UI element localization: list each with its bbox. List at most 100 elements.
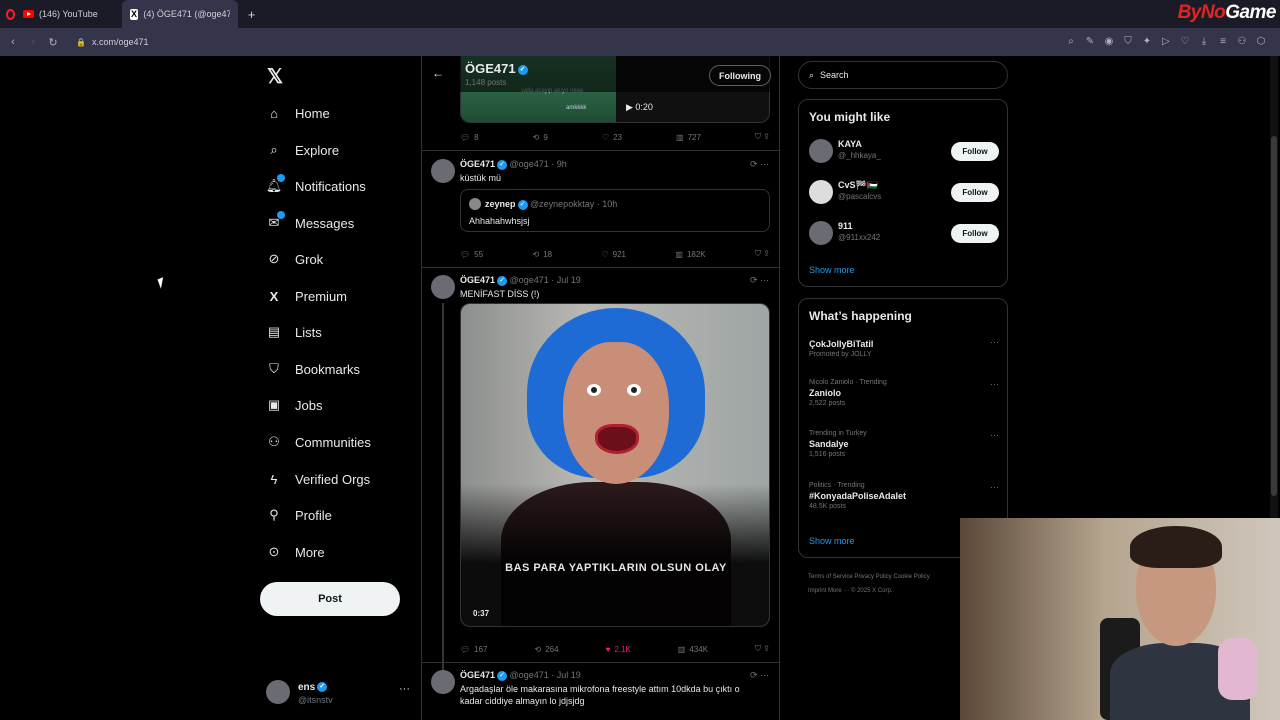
tweet-video[interactable]: BAS PARA YAPTIKLARIN OLSUN OLAY 0:37 <box>460 303 770 627</box>
tweet-author[interactable]: ÖGE471 <box>460 159 495 169</box>
sidebar-item-notifications[interactable]: 🔔︎ Notifications <box>266 174 366 194</box>
zoom-icon[interactable]: ⌕ <box>1066 36 1076 47</box>
bookmark-share[interactable]: ⛉ ⇪ <box>755 644 770 654</box>
video-duration: ▶ 0:20 <box>626 102 653 112</box>
tab-youtube[interactable]: (146) YouTube <box>15 0 106 28</box>
back-icon[interactable]: ‹ <box>6 36 20 48</box>
sidebar-item-lists[interactable]: ▤ Lists <box>266 324 322 340</box>
more-options-icon[interactable]: ··· <box>399 683 410 695</box>
back-arrow-icon[interactable]: ← <box>432 66 444 80</box>
account-icon[interactable]: ⚇ <box>1237 36 1247 47</box>
tweet-author[interactable]: ÖGE471 <box>460 275 495 285</box>
sidebar-item-profile[interactable]: ⚲ Profile <box>266 507 332 523</box>
tweet-handle: @oge471 <box>509 159 549 169</box>
edit-icon[interactable]: ✎ <box>1085 36 1095 47</box>
trend-item[interactable]: ÇokJollyBiTatil Promoted by JOLLY ··· <box>809 337 999 358</box>
sidebar-item-messages[interactable]: ✉ Messages <box>266 211 354 231</box>
tweet-time[interactable]: 9h <box>557 159 567 169</box>
show-more-link[interactable]: Show more <box>809 536 855 546</box>
user-handle: @pascalcvs <box>838 192 882 201</box>
menu-icon[interactable]: ≡ <box>1218 36 1228 47</box>
shield-icon[interactable]: ⛉ <box>1123 36 1133 47</box>
show-more-link[interactable]: Show more <box>809 265 855 275</box>
trend-item[interactable]: Politics · Trending #KonyadaPoliseAdalet… <box>809 482 999 510</box>
opera-logo-icon[interactable] <box>6 8 15 20</box>
verified-icon: ✓ <box>497 670 508 681</box>
list-item[interactable]: CvS🏁🇵🇸 @pascalcvs Follow <box>809 177 999 207</box>
follow-button[interactable]: Follow <box>951 224 999 243</box>
trend-title: Sandalye <box>809 439 849 449</box>
more-options-icon[interactable]: ··· <box>990 482 999 492</box>
tab-x-profile[interactable]: X (4) ÖGE471 (@oge471) / X <box>121 0 238 28</box>
list-item[interactable]: KAYA @_hhkaya_ Follow <box>809 136 999 166</box>
quote-tweet[interactable]: zeynep ✓ @zeynepokktay · 10h Ahhahahwhsjs… <box>460 189 770 232</box>
reply-button[interactable]: 💬︎ 55 <box>460 249 483 259</box>
avatar[interactable] <box>431 670 455 694</box>
like-button[interactable]: ♡ 23 <box>602 132 622 142</box>
like-button[interactable]: ♡ 921 <box>601 249 626 259</box>
address-bar: ‹ › ↻ 🔒 x.com/oge471 ⌕ ✎ ◉ ⛉ ✦ ▷ ♡ ⤓ ≡ ⚇… <box>0 28 1280 56</box>
x-logo-icon[interactable]: 𝕏 <box>267 64 283 89</box>
sidebar-item-home[interactable]: ⌂ Home <box>266 105 330 121</box>
tweet-tools[interactable]: ⟳ ··· <box>750 670 769 681</box>
browser-tabbar: (146) YouTube X (4) ÖGE471 (@oge471) / X… <box>0 0 1280 28</box>
sidebar-item-communities[interactable]: ⚇ Communities <box>266 434 371 450</box>
sidebar-item-verified-orgs[interactable]: ϟ Verified Orgs <box>266 471 371 487</box>
download-icon[interactable]: ⤓ <box>1199 36 1209 47</box>
sidebar-item-grok[interactable]: ⊘ Grok <box>266 251 324 267</box>
play-icon[interactable]: ▷ <box>1161 36 1171 47</box>
tweet-actions: 💬︎ 8 ⟲ 9 ♡ 23 ▥ 727 ⛉ ⇪ <box>460 132 770 142</box>
trend-meta: Trending in Turkey <box>809 430 867 437</box>
lightning-icon: ϟ <box>270 471 278 487</box>
who-to-follow-panel: You might like KAYA @_hhkaya_ Follow CvS… <box>798 99 1008 287</box>
camera-icon[interactable]: ◉ <box>1104 36 1114 47</box>
tweet-time[interactable]: Jul 19 <box>557 670 581 680</box>
forward-icon[interactable]: › <box>26 36 40 48</box>
views-button[interactable]: ▥ 727 <box>676 132 701 142</box>
reload-icon[interactable]: ↻ <box>46 36 60 49</box>
more-options-icon[interactable]: ··· <box>990 379 999 389</box>
panel-title: What’s happening <box>809 309 912 323</box>
views-button[interactable]: ▥ 182K <box>675 249 705 259</box>
tweet-author[interactable]: ÖGE471 <box>460 670 495 680</box>
repost-button[interactable]: ⟲ 264 <box>535 644 559 654</box>
following-button[interactable]: Following <box>709 65 771 86</box>
sidebar-item-more[interactable]: ⊙ More <box>266 544 325 560</box>
avatar[interactable] <box>431 159 455 183</box>
repost-button[interactable]: ⟲ 9 <box>533 132 548 142</box>
follow-button[interactable]: Follow <box>951 142 999 161</box>
follow-button[interactable]: Follow <box>951 183 999 202</box>
user-name: 911 <box>838 221 853 231</box>
sidebar-item-premium[interactable]: X Premium <box>266 288 347 304</box>
trend-item[interactable]: Trending in Turkey Sandalye 1,516 posts … <box>809 430 999 458</box>
sidebar-item-bookmarks[interactable]: ⛉ Bookmarks <box>266 361 360 377</box>
more-options-icon[interactable]: ··· <box>990 337 999 347</box>
like-button[interactable]: ♥ 2.1K <box>606 644 631 654</box>
heart-icon[interactable]: ♡ <box>1180 36 1190 47</box>
avatar[interactable] <box>431 275 455 299</box>
url-field[interactable]: x.com/oge471 <box>92 37 149 47</box>
reply-button[interactable]: 💬︎ 167 <box>460 644 488 654</box>
lock-icon: 🔒 <box>76 37 86 47</box>
account-switcher[interactable]: ens ✓ @itsnstv ··· <box>266 676 416 710</box>
bookmark-share[interactable]: ⛉ ⇪ <box>755 132 770 142</box>
briefcase-icon: ▣ <box>267 397 281 412</box>
tweet-time[interactable]: Jul 19 <box>557 275 581 285</box>
trend-item[interactable]: Nicolo Zaniolo · Trending Zaniolo 2,522 … <box>809 379 999 407</box>
extensions-icon[interactable]: ✦ <box>1142 36 1152 47</box>
sidebar-item-jobs[interactable]: ▣ Jobs <box>266 397 323 413</box>
views-button[interactable]: ▥ 434K <box>678 644 708 654</box>
repost-button[interactable]: ⟲ 18 <box>532 249 552 259</box>
bookmark-share[interactable]: ⛉ ⇪ <box>755 249 770 259</box>
search-input[interactable]: ⌕ Search <box>798 61 1008 89</box>
list-item[interactable]: 911 @911xx242 Follow <box>809 218 999 248</box>
post-button[interactable]: Post <box>260 582 400 616</box>
sidebar-item-explore[interactable]: ⌕ Explore <box>266 142 339 158</box>
tweet-tools[interactable]: ⟳ ··· <box>750 159 769 170</box>
settings-icon[interactable]: ⬡ <box>1256 36 1266 47</box>
more-options-icon[interactable]: ··· <box>990 430 999 440</box>
tweet-tools[interactable]: ⟳ ··· <box>750 275 769 286</box>
reply-button[interactable]: 💬︎ 8 <box>460 132 479 142</box>
tweet-text: küstük mü <box>460 173 502 183</box>
new-tab-icon[interactable]: + <box>248 7 256 22</box>
